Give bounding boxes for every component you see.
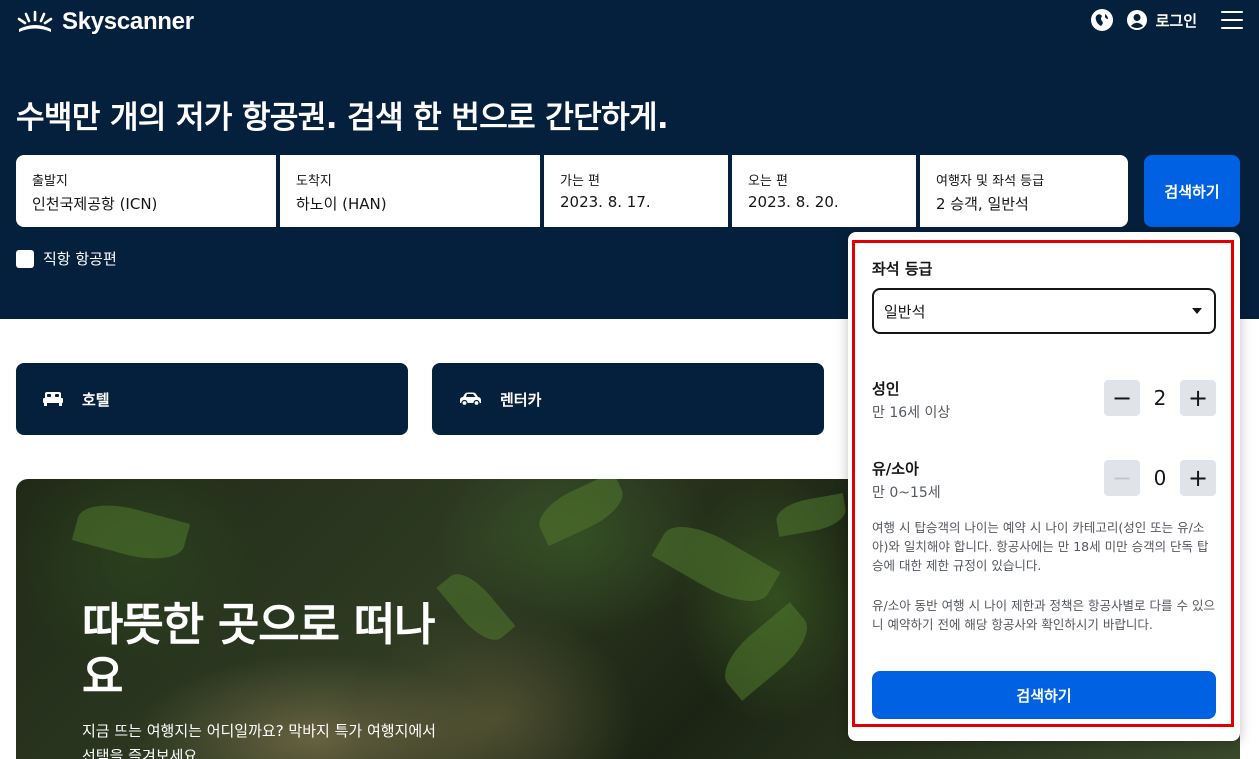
- adults-stepper: − 2 +: [1104, 380, 1216, 416]
- header-actions: 로그인: [1090, 9, 1243, 31]
- children-increment-button[interactable]: +: [1180, 460, 1216, 496]
- return-date-field[interactable]: 오는 편 2023. 8. 20.: [732, 155, 916, 227]
- hotels-tile[interactable]: 호텔: [16, 363, 408, 435]
- origin-label: 출발지: [32, 174, 68, 189]
- adults-title: 성인: [872, 380, 900, 398]
- popover-search-button[interactable]: 검색하기: [872, 671, 1216, 719]
- return-value: 2023. 8. 20.: [748, 193, 839, 211]
- return-label: 오는 편: [748, 174, 789, 189]
- cabin-class-value: 일반석: [884, 302, 926, 321]
- skyscanner-logo[interactable]: Skyscanner: [16, 8, 194, 36]
- leaf-decoration: [713, 602, 819, 701]
- adults-row: 성인 만 16세 이상 − 2 +: [872, 378, 1216, 426]
- cabin-class-select[interactable]: 일반석: [872, 288, 1216, 334]
- leaf-decoration: [531, 479, 631, 547]
- depart-value: 2023. 8. 17.: [560, 193, 651, 211]
- globe-icon[interactable]: [1090, 9, 1113, 31]
- destination-field[interactable]: 도착지 하노이 (HAN): [280, 155, 540, 227]
- direct-flights-checkbox[interactable]: [16, 249, 34, 268]
- travellers-popover: 좌석 등급 일반석 성인 만 16세 이상 − 2 + 유/소아 만 0~15세…: [848, 232, 1240, 741]
- promo-subtitle: 지금 뜨는 여행지는 어디일까요? 막바지 특가 여행지에서 선택을 즐겨보세요…: [82, 722, 436, 759]
- login-button[interactable]: 로그인: [1126, 10, 1197, 31]
- age-policy-note: 여행 시 탑승객의 나이는 예약 시 나이 카테고리(성인 또는 유/소아)와 …: [872, 520, 1209, 573]
- flight-search-form: 출발지 인천국제공항 (ICN) 도착지 하노이 (HAN) 가는 편 2023…: [16, 155, 1128, 227]
- travellers-value: 2 승객, 일반석: [936, 195, 1029, 213]
- destination-label: 도착지: [296, 174, 332, 189]
- sunrise-logo-icon: [17, 10, 53, 32]
- hamburger-menu-icon[interactable]: [1221, 11, 1243, 29]
- direct-flights-label: 직항 항공편: [43, 250, 117, 268]
- bed-icon: [43, 392, 63, 406]
- adults-subtitle: 만 16세 이상: [872, 405, 951, 421]
- children-subtitle: 만 0~15세: [872, 485, 941, 501]
- adults-decrement-button[interactable]: −: [1104, 380, 1140, 416]
- children-count: 0: [1153, 466, 1167, 490]
- leaf-decoration: [651, 512, 781, 616]
- brand-name: Skyscanner: [62, 8, 194, 35]
- children-stepper: − 0 +: [1104, 460, 1216, 496]
- car-rental-tile[interactable]: 렌터카: [432, 363, 824, 435]
- depart-date-field[interactable]: 가는 편 2023. 8. 17.: [544, 155, 728, 227]
- origin-value: 인천국제공항 (ICN): [32, 195, 158, 213]
- car-rental-label: 렌터카: [500, 390, 542, 409]
- hotels-label: 호텔: [82, 390, 110, 409]
- search-button[interactable]: 검색하기: [1144, 155, 1240, 227]
- origin-field[interactable]: 출발지 인천국제공항 (ICN): [16, 155, 276, 227]
- page-headline: 수백만 개의 저가 항공권. 검색 한 번으로 간단하게.: [16, 100, 669, 136]
- destination-value: 하노이 (HAN): [296, 195, 387, 213]
- leaf-decoration: [773, 493, 849, 537]
- child-policy-note: 유/소아 동반 여행 시 나이 제한과 정책은 항공사별로 다를 수 있으니 예…: [872, 598, 1215, 632]
- travellers-field[interactable]: 여행자 및 좌석 등급 2 승객, 일반석: [920, 155, 1128, 227]
- adults-count: 2: [1153, 386, 1167, 410]
- children-row: 유/소아 만 0~15세 − 0 +: [872, 458, 1216, 506]
- login-label: 로그인: [1155, 11, 1197, 30]
- depart-label: 가는 편: [560, 174, 601, 189]
- promo-title: 따뜻한 곳으로 떠나요: [82, 598, 436, 703]
- direct-flights-option[interactable]: 직항 항공편: [16, 248, 117, 269]
- user-icon: [1126, 10, 1147, 30]
- adults-increment-button[interactable]: +: [1180, 380, 1216, 416]
- cabin-class-title: 좌석 등급: [872, 260, 933, 278]
- children-decrement-button[interactable]: −: [1104, 460, 1140, 496]
- children-title: 유/소아: [872, 460, 919, 478]
- travellers-label: 여행자 및 좌석 등급: [936, 174, 1045, 189]
- car-icon: [460, 392, 481, 406]
- caret-down-icon: [1192, 308, 1202, 314]
- leaf-decoration: [71, 495, 191, 569]
